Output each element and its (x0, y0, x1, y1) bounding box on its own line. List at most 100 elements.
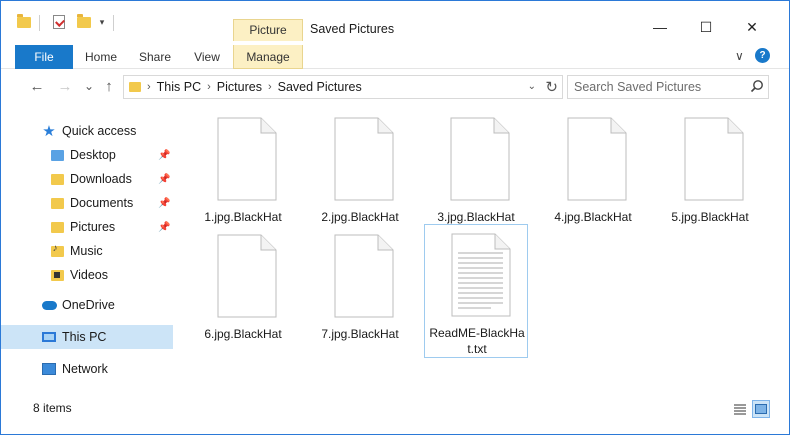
file-name-line2: t.txt (467, 342, 487, 356)
toolbar-separator (113, 15, 114, 31)
file-name: 6.jpg.BlackHat (204, 327, 282, 341)
sidebar-item-label: Quick access (62, 124, 137, 138)
file-item[interactable]: 7.jpg.BlackHat (308, 228, 412, 343)
close-button[interactable]: ✕ (729, 15, 775, 39)
file-name: 2.jpg.BlackHat (321, 210, 399, 224)
file-item[interactable]: 2.jpg.BlackHat (308, 111, 412, 226)
network-icon (41, 361, 57, 377)
status-bar: 8 items (1, 398, 789, 434)
chevron-right-icon: › (147, 81, 151, 93)
breadcrumb-pictures[interactable]: Pictures (217, 80, 262, 94)
sidebar-item-label: Videos (70, 268, 108, 282)
file-list: 1.jpg.BlackHat 2.jpg.BlackHat 3.jpg.Blac… (179, 106, 779, 396)
sidebar-item-music[interactable]: Music (1, 239, 173, 263)
up-button[interactable]: ↑ (99, 76, 119, 96)
tab-home[interactable]: Home (79, 45, 123, 69)
item-count: 8 items (33, 401, 72, 415)
cloud-icon (41, 297, 57, 313)
file-name: ReadME-BlackHa (429, 326, 525, 340)
ribbon-collapse-icon[interactable]: ∨ (735, 49, 744, 63)
sidebar-item-pictures[interactable]: Pictures 📌 (1, 215, 173, 239)
back-button[interactable]: ← (27, 76, 47, 96)
chevron-right-icon[interactable]: › (268, 81, 272, 93)
file-name: 5.jpg.BlackHat (671, 210, 749, 224)
text-document-icon (451, 233, 511, 317)
file-item[interactable]: 6.jpg.BlackHat (191, 228, 295, 343)
sidebar-item-onedrive[interactable]: OneDrive (1, 293, 173, 317)
forward-button[interactable]: → (55, 76, 75, 96)
sidebar-item-label: OneDrive (62, 298, 115, 312)
tab-file[interactable]: File (15, 45, 73, 69)
sidebar-item-videos[interactable]: Videos (1, 263, 173, 287)
file-item[interactable]: 5.jpg.BlackHat (658, 111, 762, 226)
recent-locations-button[interactable]: ⌄ (79, 76, 99, 96)
navigation-pane: ★ Quick access Desktop 📌 Downloads 📌 Doc… (1, 106, 173, 396)
music-folder-icon (49, 243, 65, 259)
sidebar-item-label: Desktop (70, 148, 116, 162)
sidebar-item-network[interactable]: Network (1, 357, 173, 381)
window-title: Saved Pictures (310, 22, 395, 36)
document-icon (334, 234, 394, 318)
file-item[interactable]: 3.jpg.BlackHat (424, 111, 528, 226)
document-icon (567, 117, 627, 201)
file-name: 1.jpg.BlackHat (204, 210, 282, 224)
sidebar-item-this-pc[interactable]: This PC (1, 325, 173, 349)
folder-icon (129, 82, 141, 92)
download-folder-icon (49, 171, 65, 187)
large-icons-view-icon[interactable] (752, 400, 770, 418)
navigation-bar: ← → ⌄ ↑ › This PC › Pictures › Saved Pic… (1, 71, 789, 101)
breadcrumb-this-pc[interactable]: This PC (157, 80, 201, 94)
pin-icon[interactable]: 📌 (158, 150, 170, 161)
document-icon (684, 117, 744, 201)
sidebar-item-label: This PC (62, 330, 107, 344)
file-name: 3.jpg.BlackHat (437, 210, 515, 224)
sidebar-item-documents[interactable]: Documents 📌 (1, 191, 173, 215)
title-bar: ▾ Picture Tools Saved Pictures — ☐ ✕ (1, 1, 789, 57)
sidebar-item-label: Documents (70, 196, 134, 210)
file-item[interactable]: 4.jpg.BlackHat (541, 111, 645, 226)
document-icon (450, 117, 510, 201)
tab-view[interactable]: View (185, 45, 229, 69)
pin-icon[interactable]: 📌 (158, 174, 170, 185)
sidebar-item-label: Music (70, 244, 103, 258)
computer-icon (41, 329, 57, 345)
pictures-folder-icon (49, 219, 65, 235)
sidebar-item-downloads[interactable]: Downloads 📌 (1, 167, 173, 191)
tab-share[interactable]: Share (133, 45, 177, 69)
tab-manage[interactable]: Manage (233, 45, 303, 69)
new-folder-icon[interactable] (75, 13, 93, 31)
help-icon[interactable]: ? (755, 48, 770, 63)
search-icon[interactable] (750, 79, 764, 93)
document-icon (217, 234, 277, 318)
details-view-icon[interactable] (731, 400, 749, 418)
file-item-selected[interactable]: ReadME-BlackHa t.txt (424, 224, 528, 358)
folder-icon (15, 13, 33, 31)
search-input[interactable] (567, 75, 769, 99)
folder-icon (49, 147, 65, 163)
file-explorer-window: ▾ Picture Tools Saved Pictures — ☐ ✕ Fil… (0, 0, 790, 435)
picture-tools-label: Picture Tools (233, 19, 303, 57)
pin-icon[interactable]: 📌 (158, 222, 170, 233)
quick-access-toolbar-dropdown[interactable]: ▾ (96, 13, 108, 31)
ribbon-tabs: File Home Share View Manage ∨ ? (1, 41, 789, 69)
refresh-icon[interactable]: ↻ (545, 78, 558, 96)
toolbar-separator (39, 15, 40, 31)
chevron-right-icon[interactable]: › (207, 81, 211, 93)
breadcrumb-saved-pictures[interactable]: Saved Pictures (278, 80, 362, 94)
star-icon: ★ (42, 123, 56, 140)
document-icon (217, 117, 277, 201)
pin-icon[interactable]: 📌 (158, 198, 170, 209)
minimize-button[interactable]: — (637, 15, 683, 39)
sidebar-item-label: Pictures (70, 220, 116, 234)
file-name: 4.jpg.BlackHat (554, 210, 632, 224)
documents-folder-icon (49, 195, 65, 211)
sidebar-item-quick-access[interactable]: ★ Quick access (1, 119, 173, 143)
maximize-button[interactable]: ☐ (683, 15, 729, 39)
document-icon (334, 117, 394, 201)
properties-icon[interactable] (49, 13, 69, 31)
sidebar-item-label: Downloads (70, 172, 132, 186)
address-bar[interactable]: › This PC › Pictures › Saved Pictures ⌄ … (123, 75, 563, 99)
sidebar-item-desktop[interactable]: Desktop 📌 (1, 143, 173, 167)
file-item[interactable]: 1.jpg.BlackHat (191, 111, 295, 226)
address-dropdown-icon[interactable]: ⌄ (528, 81, 536, 92)
